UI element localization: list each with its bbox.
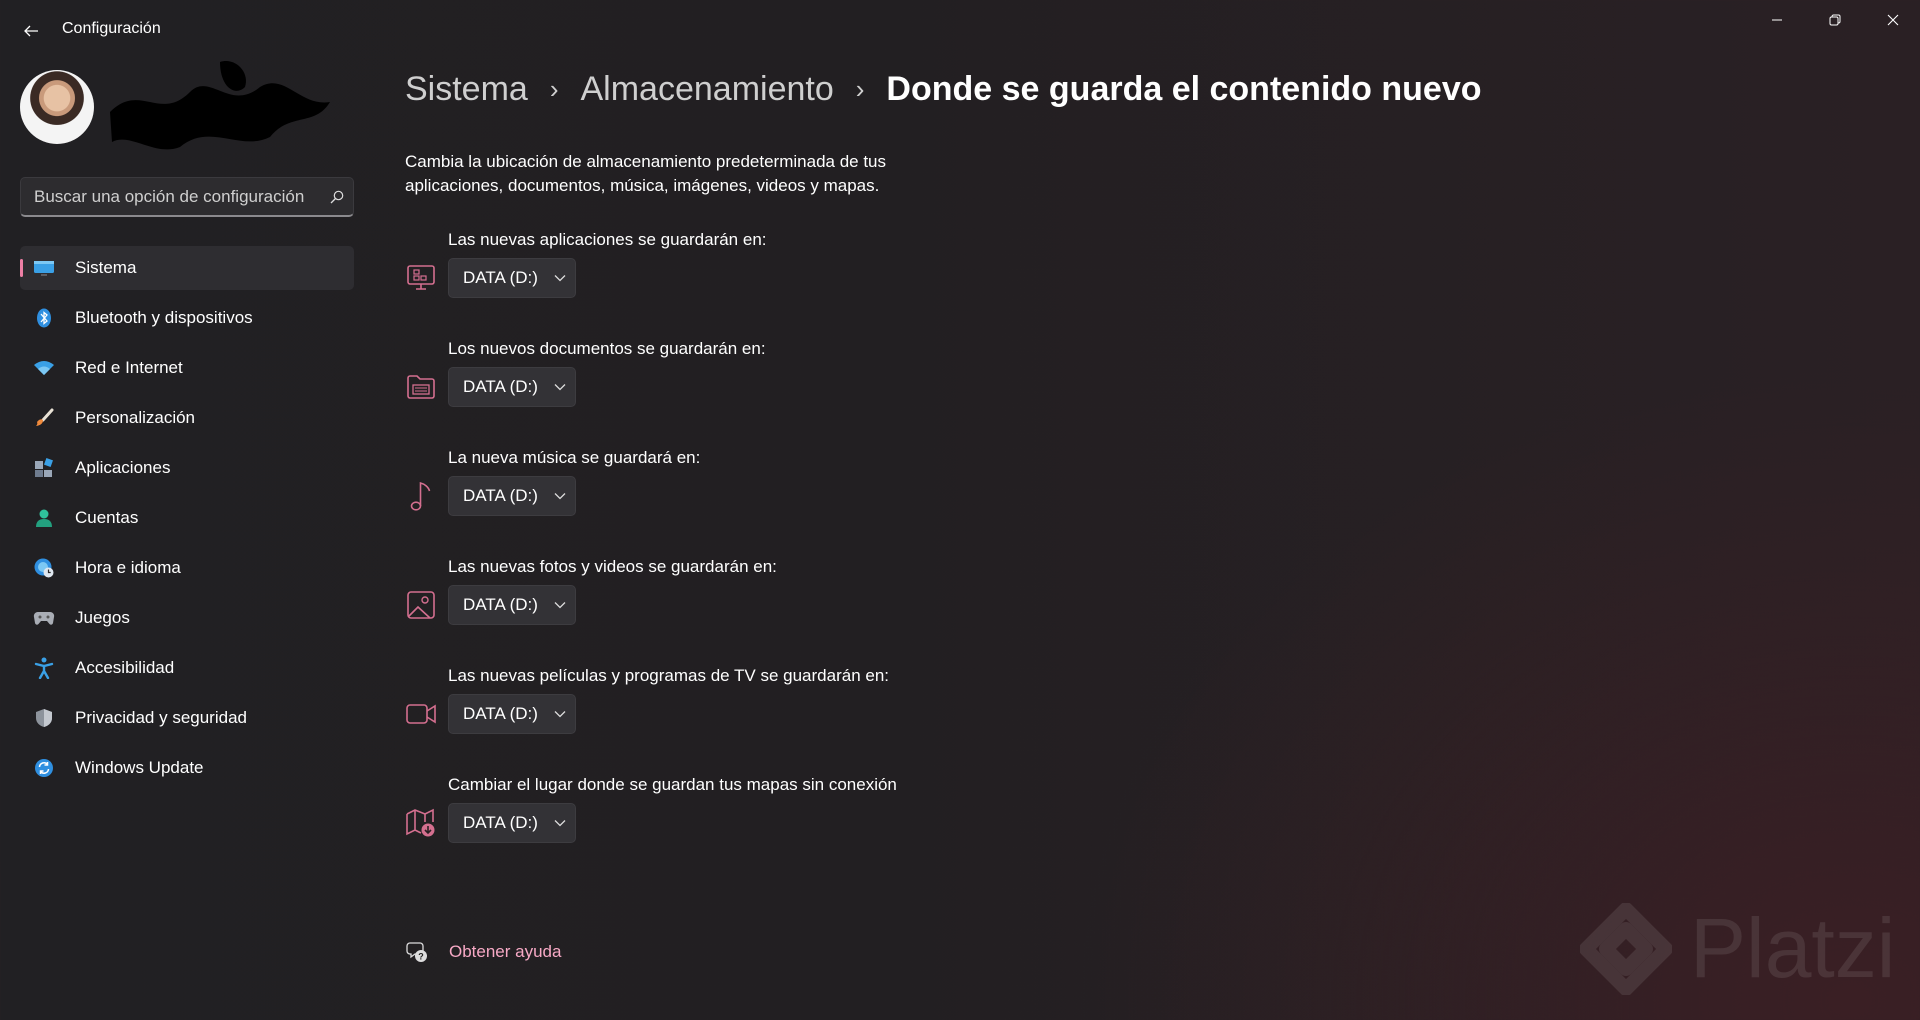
search-icon[interactable] — [321, 181, 353, 213]
update-icon — [32, 756, 56, 780]
sidebar-item-label: Bluetooth y dispositivos — [75, 308, 253, 327]
search-box[interactable] — [20, 177, 354, 217]
svg-text:?: ? — [418, 952, 424, 962]
apps-location-dropdown[interactable]: DATA (D:) — [448, 258, 576, 298]
dropdown-value: DATA (D:) — [463, 595, 538, 614]
setting-label: Cambiar el lugar donde se guardan tus ma… — [448, 775, 897, 794]
movies-location-dropdown[interactable]: DATA (D:) — [448, 694, 576, 734]
breadcrumb-almacenamiento[interactable]: Almacenamiento — [581, 70, 834, 109]
setting-label: Las nuevas películas y programas de TV s… — [448, 666, 890, 685]
get-help-link[interactable]: ? Obtener ayuda — [405, 940, 561, 964]
accessibility-icon — [32, 656, 56, 680]
sidebar-item-label: Juegos — [75, 608, 130, 627]
monitor-icon — [32, 256, 56, 280]
sidebar-item-sistema[interactable]: Sistema — [20, 246, 354, 290]
platzi-watermark: Platzi — [1580, 900, 1895, 997]
get-help-label: Obtener ayuda — [449, 942, 562, 961]
sidebar-item-label: Windows Update — [75, 758, 204, 777]
setting-label: La nueva música se guardará en: — [448, 448, 701, 467]
sidebar-item-cuentas[interactable]: Cuentas — [20, 496, 354, 540]
avatar[interactable] — [20, 70, 94, 144]
watermark-text: Platzi — [1690, 901, 1896, 995]
chevron-down-icon — [545, 383, 575, 391]
wifi-icon — [32, 356, 56, 380]
breadcrumb-sistema[interactable]: Sistema — [405, 70, 528, 109]
setting-music-location: La nueva música se guardará en: DATA (D:… — [405, 448, 1105, 528]
sidebar-item-label: Red e Internet — [75, 358, 183, 377]
dropdown-value: DATA (D:) — [463, 268, 538, 287]
page-description: Cambia la ubicación de almacenamiento pr… — [405, 152, 887, 195]
map-download-icon — [405, 807, 437, 839]
apps-icon — [32, 456, 56, 480]
dropdown-value: DATA (D:) — [463, 377, 538, 396]
chevron-down-icon — [545, 710, 575, 718]
bluetooth-icon — [32, 306, 56, 330]
platzi-logo-icon — [1580, 902, 1672, 995]
sidebar-item-windows-update[interactable]: Windows Update — [20, 746, 354, 790]
maximize-icon — [1829, 14, 1841, 26]
sidebar-item-label: Hora e idioma — [75, 558, 181, 577]
photos-location-dropdown[interactable]: DATA (D:) — [448, 585, 576, 625]
chevron-down-icon — [545, 274, 575, 282]
dropdown-value: DATA (D:) — [463, 704, 538, 723]
sidebar-item-accesibilidad[interactable]: Accesibilidad — [20, 646, 354, 690]
documents-location-dropdown[interactable]: DATA (D:) — [448, 367, 576, 407]
sidebar-item-personalizacion[interactable]: Personalización — [20, 396, 354, 440]
title-bar: Configuración — [0, 0, 1920, 60]
minimize-button[interactable] — [1748, 0, 1806, 40]
chevron-right-icon: › — [855, 74, 865, 104]
brush-icon — [32, 406, 56, 430]
sidebar-item-privacidad[interactable]: Privacidad y seguridad — [20, 696, 354, 740]
maps-location-dropdown[interactable]: DATA (D:) — [448, 803, 576, 843]
breadcrumb: Sistema › Almacenamiento › Donde se guar… — [405, 70, 1482, 109]
restore-button[interactable] — [1806, 0, 1864, 40]
gamepad-icon — [32, 606, 56, 630]
sidebar-item-juegos[interactable]: Juegos — [20, 596, 354, 640]
sidebar-item-label: Sistema — [75, 258, 137, 277]
setting-maps-location: Cambiar el lugar donde se guardan tus ma… — [405, 775, 1105, 855]
photo-icon — [405, 589, 437, 621]
setting-label: Las nuevas aplicaciones se guardarán en: — [448, 230, 767, 249]
setting-label: Las nuevas fotos y videos se guardarán e… — [448, 557, 777, 576]
document-folder-icon — [405, 371, 437, 403]
setting-documents-location: Los nuevos documentos se guardarán en: D… — [405, 339, 1105, 419]
sidebar-item-label: Personalización — [75, 408, 196, 427]
globe-clock-icon — [32, 556, 56, 580]
sidebar-nav: Sistema Bluetooth y dispositivos Red e I… — [20, 246, 354, 796]
video-camera-icon — [405, 698, 437, 730]
chevron-right-icon: › — [549, 74, 559, 104]
apps-monitor-icon — [405, 262, 437, 294]
dropdown-value: DATA (D:) — [463, 813, 538, 832]
setting-label: Los nuevos documentos se guardarán en: — [448, 339, 766, 358]
music-location-dropdown[interactable]: DATA (D:) — [448, 476, 576, 516]
sidebar-item-label: Cuentas — [75, 508, 139, 527]
redacted-name-scribble — [110, 61, 330, 150]
app-title: Configuración — [62, 20, 161, 37]
sidebar-item-label: Privacidad y seguridad — [75, 708, 247, 727]
chevron-down-icon — [545, 492, 575, 500]
sidebar-item-aplicaciones[interactable]: Aplicaciones — [20, 446, 354, 490]
music-note-icon — [405, 480, 437, 512]
close-icon — [1887, 14, 1899, 26]
close-button[interactable] — [1864, 0, 1920, 40]
person-icon — [32, 506, 56, 530]
sidebar-item-bluetooth[interactable]: Bluetooth y dispositivos — [20, 296, 354, 340]
back-button[interactable] — [16, 16, 46, 46]
sidebar-item-label: Accesibilidad — [75, 658, 175, 677]
search-input[interactable] — [21, 185, 321, 208]
chevron-down-icon — [545, 601, 575, 609]
help-chat-icon: ? — [405, 940, 429, 964]
back-arrow-icon — [24, 25, 38, 37]
shield-icon — [32, 706, 56, 730]
dropdown-value: DATA (D:) — [463, 486, 538, 505]
minimize-icon — [1772, 19, 1782, 21]
setting-photos-location: Las nuevas fotos y videos se guardarán e… — [405, 557, 1105, 637]
setting-apps-location: Las nuevas aplicaciones se guardarán en:… — [405, 230, 1105, 310]
page-title: Donde se guarda el contenido nuevo — [886, 70, 1482, 108]
sidebar-item-label: Aplicaciones — [75, 458, 171, 477]
setting-movies-location: Las nuevas películas y programas de TV s… — [405, 666, 1105, 746]
chevron-down-icon — [545, 819, 575, 827]
sidebar-item-hora[interactable]: Hora e idioma — [20, 546, 354, 590]
sidebar-item-red[interactable]: Red e Internet — [20, 346, 354, 390]
